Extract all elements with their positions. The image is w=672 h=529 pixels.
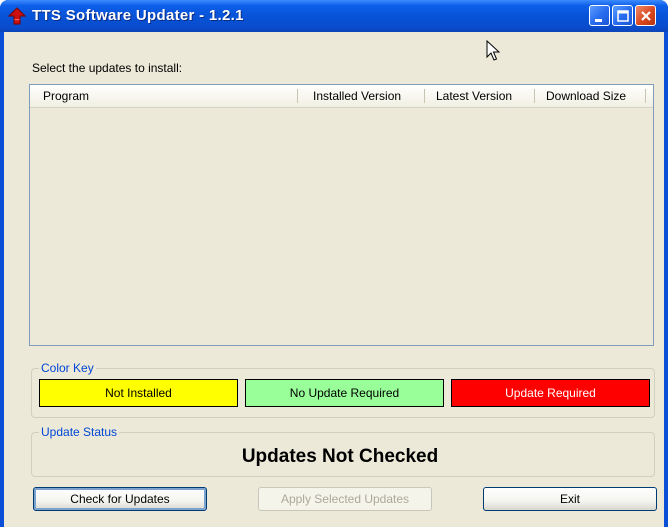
column-header-installed-version[interactable]: Installed Version <box>313 85 401 107</box>
update-status-title: Update Status <box>39 425 120 439</box>
key-no-update-required: No Update Required <box>245 379 444 407</box>
minimize-button[interactable] <box>589 5 610 26</box>
apply-selected-updates-button[interactable]: Apply Selected Updates <box>258 487 432 511</box>
column-header-download-size[interactable]: Download Size <box>546 85 626 107</box>
mouse-cursor-icon <box>486 40 500 61</box>
column-separator[interactable] <box>645 89 646 103</box>
updates-list[interactable]: Program Installed Version Latest Version… <box>29 84 654 346</box>
exit-button[interactable]: Exit <box>483 487 657 511</box>
minimize-icon <box>595 19 602 22</box>
key-not-installed: Not Installed <box>39 379 238 407</box>
red-arrow-up-icon <box>8 7 26 25</box>
close-button[interactable] <box>635 5 656 26</box>
update-status-text: Updates Not Checked <box>241 446 439 467</box>
column-header-program[interactable]: Program <box>43 85 89 107</box>
window-title: TTS Software Updater - 1.2.1 <box>32 7 244 24</box>
maximize-icon <box>617 10 629 22</box>
list-header: Program Installed Version Latest Version… <box>30 85 653 108</box>
close-icon <box>641 11 651 21</box>
title-bar[interactable]: TTS Software Updater - 1.2.1 <box>0 0 668 32</box>
column-separator[interactable] <box>534 89 535 103</box>
key-update-required: Update Required <box>451 379 650 407</box>
check-for-updates-button[interactable]: Check for Updates <box>33 487 207 511</box>
column-separator[interactable] <box>297 89 298 103</box>
column-header-latest-version[interactable]: Latest Version <box>436 85 512 107</box>
maximize-button[interactable] <box>612 5 633 26</box>
column-separator[interactable] <box>424 89 425 103</box>
color-key-title: Color Key <box>39 361 96 375</box>
instruction-label: Select the updates to install: <box>32 61 183 75</box>
